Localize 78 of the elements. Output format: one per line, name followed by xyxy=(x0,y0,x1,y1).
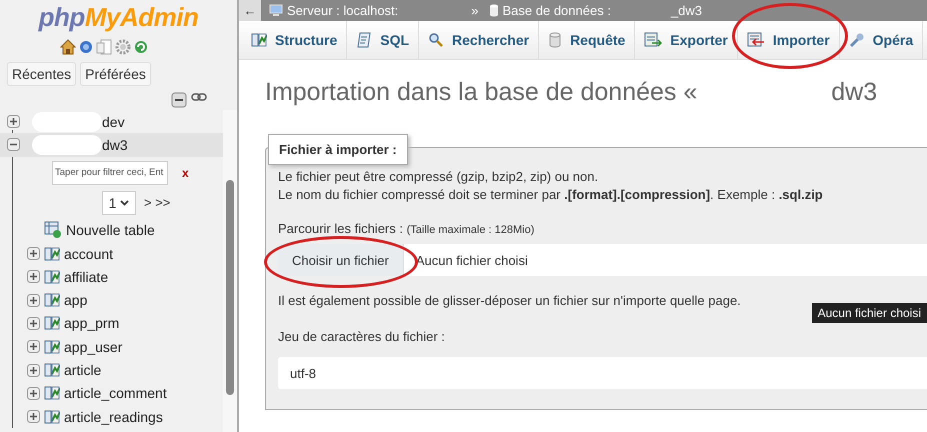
table-name[interactable]: article_readings xyxy=(64,408,163,425)
expand-icon[interactable] xyxy=(27,364,40,377)
page-heading: Importation dans la base de données « xyxy=(265,78,698,107)
table-icon xyxy=(44,268,60,285)
logo[interactable]: phpMyAdmin xyxy=(38,2,198,33)
table-icon xyxy=(44,408,60,425)
scroll-icon xyxy=(356,32,372,48)
hint-text: Il est également possible de glisser-déposer un fichier sur n'importe quelle page. xyxy=(278,292,742,310)
table-icon xyxy=(44,292,60,308)
table-icon xyxy=(44,315,60,332)
choose-file-button[interactable]: Choisir un fichier xyxy=(278,244,404,276)
help-icon[interactable] xyxy=(78,39,92,55)
nav-tab[interactable]: Opéra xyxy=(840,21,924,59)
expand-icon[interactable] xyxy=(27,386,40,400)
export-icon xyxy=(644,32,662,48)
field-label: Parcourir les fichiers : xyxy=(278,221,403,236)
table-icon xyxy=(44,385,60,402)
table-name[interactable]: article xyxy=(64,362,102,378)
database-icon xyxy=(548,32,562,48)
monitor-icon xyxy=(269,4,283,17)
nav-tab[interactable]: Requête xyxy=(539,21,636,59)
scrollbar[interactable] xyxy=(223,110,237,432)
page-nav-link[interactable]: > >> xyxy=(144,195,170,210)
database-link[interactable]: _dw3 xyxy=(670,3,702,18)
table-name[interactable]: app_prm xyxy=(64,315,120,332)
expand-icon[interactable] xyxy=(27,340,40,354)
collapse-icon[interactable] xyxy=(171,92,187,108)
search-icon xyxy=(428,32,444,48)
database-name[interactable]: dw3 xyxy=(102,136,128,153)
collapse-icon[interactable] xyxy=(7,138,20,152)
sidebar-tab[interactable]: Récentes xyxy=(7,62,76,86)
table-icon xyxy=(251,32,267,48)
table-icon xyxy=(44,362,60,378)
table-icon xyxy=(44,338,60,355)
expand-icon[interactable] xyxy=(27,270,40,284)
new-table-icon xyxy=(44,221,62,240)
file-status: Aucun fichier choisi xyxy=(404,244,927,276)
clear-button[interactable]: x xyxy=(174,166,197,180)
nav-tab[interactable]: SQL xyxy=(347,21,420,59)
nav-tab[interactable]: Rechercher xyxy=(419,21,540,59)
database-icon xyxy=(488,4,499,17)
info-text: Le nom du fichier compressé doit se terminer par .[format].[compression]. Exemple : .sql.zip xyxy=(278,186,824,204)
reload-icon[interactable] xyxy=(134,39,148,55)
table-name[interactable]: app xyxy=(64,292,88,308)
expand-icon[interactable] xyxy=(27,294,40,307)
section-legend: Fichier à importer : xyxy=(268,134,408,165)
table-icon xyxy=(44,246,60,262)
table-name[interactable]: account xyxy=(64,246,114,262)
expand-icon[interactable] xyxy=(27,247,40,260)
tooltip: Aucun fichier choisi xyxy=(812,303,927,323)
chevron-icon xyxy=(120,200,130,206)
table-name[interactable]: app_user xyxy=(64,338,122,355)
link-icon[interactable] xyxy=(191,92,207,102)
page-select[interactable]: 1 xyxy=(102,190,136,215)
expand-icon[interactable] xyxy=(7,115,20,128)
table-name[interactable]: Nouvelle table xyxy=(66,222,155,238)
separator: » xyxy=(471,3,479,18)
table-name[interactable]: article_comment xyxy=(64,385,167,402)
nav-tab[interactable]: Exporter xyxy=(635,21,738,59)
database-link[interactable]: Base de données : xyxy=(502,3,611,18)
field-label: Jeu de caractères du fichier : xyxy=(278,328,446,346)
wrench-icon xyxy=(848,32,865,48)
back-button[interactable]: ← xyxy=(239,0,261,21)
nav-tab[interactable]: Importer xyxy=(738,21,840,59)
nav-tab[interactable]: Structure xyxy=(242,21,348,59)
database-name[interactable]: dev xyxy=(102,114,125,130)
filter-field[interactable]: Taper pour filtrer ceci, Ent xyxy=(52,160,168,185)
home-icon[interactable] xyxy=(60,39,76,55)
database-name: dw3 xyxy=(831,78,878,107)
import-icon xyxy=(746,32,765,48)
server-link[interactable]: Serveur : localhost: xyxy=(287,3,398,18)
charset-field[interactable]: utf-8 xyxy=(278,357,927,389)
expand-icon[interactable] xyxy=(27,316,40,330)
info-text: Le fichier peut être compressé (gzip, bzip2, zip) ou non. xyxy=(278,168,600,186)
expand-icon[interactable] xyxy=(27,410,40,424)
sidebar-tab[interactable]: Préférées xyxy=(80,62,151,86)
size-note: (Taille maximale : 128Mio) xyxy=(406,224,534,236)
table-name[interactable]: affiliate xyxy=(64,268,108,285)
